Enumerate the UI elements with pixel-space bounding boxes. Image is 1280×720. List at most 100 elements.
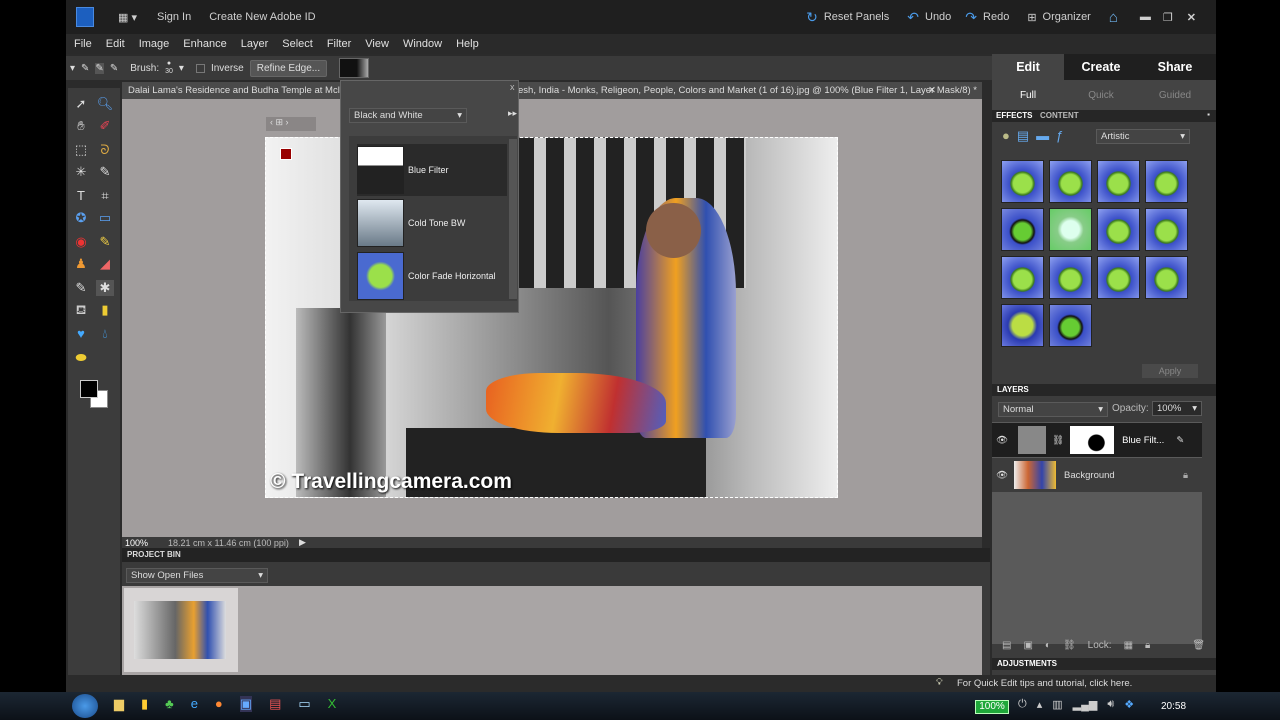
clock[interactable]: 20:58 xyxy=(1161,701,1186,712)
apply-button[interactable]: Apply xyxy=(1142,364,1198,378)
layer-background[interactable]: 👁︎ Background 🔒︎ xyxy=(992,458,1202,492)
network-device-icon[interactable]: ▥ xyxy=(1052,698,1062,711)
close-document-icon[interactable]: ✕ xyxy=(928,82,936,99)
effect-thumbnail[interactable] xyxy=(1001,304,1044,347)
tab-effects[interactable]: EFFECTS xyxy=(996,111,1032,120)
refine-edge-button[interactable]: Refine Edge... xyxy=(249,59,328,77)
zoom-level[interactable]: 100% xyxy=(125,538,148,548)
blend-mode-dropdown[interactable]: Normal ▾ xyxy=(998,402,1108,417)
sticky-notes-icon[interactable]: ▮ xyxy=(141,696,148,712)
tab-create[interactable]: Create xyxy=(1066,54,1136,80)
type-tool-icon[interactable]: T xyxy=(72,188,90,204)
menu-image[interactable]: Image xyxy=(139,38,170,50)
canvas-navigation-icons[interactable]: ‹ ⊞ › xyxy=(266,117,316,131)
subtract-selection-icon[interactable]: ✎ xyxy=(110,63,118,74)
opacity-field[interactable]: 100% ▾ xyxy=(1152,401,1202,416)
trash-icon[interactable]: 🗑︎ xyxy=(1192,640,1205,651)
menu-file[interactable]: File xyxy=(74,38,92,50)
effects-category-dropdown[interactable]: Artistic ▾ xyxy=(1096,129,1190,144)
effect-thumbnail[interactable] xyxy=(1145,256,1188,299)
effect-thumbnail[interactable] xyxy=(1049,208,1092,251)
battery-indicator[interactable]: 100% xyxy=(975,700,1009,714)
brush-dropdown-icon[interactable]: ▾ xyxy=(179,63,184,74)
brush-tool-icon[interactable]: ✎ xyxy=(72,280,90,296)
hand-tool-icon[interactable]: ✋︎ xyxy=(72,118,90,134)
subtab-quick[interactable]: Quick xyxy=(1064,90,1138,101)
notepad-icon[interactable]: ▭ xyxy=(298,696,310,712)
red-eye-tool-icon[interactable]: ◉ xyxy=(72,234,90,250)
blur-tool-icon[interactable]: 💧︎ xyxy=(96,326,114,342)
tip-bar[interactable]: 💡︎ For Quick Edit tips and tutorial, cli… xyxy=(66,675,1216,692)
menu-help[interactable]: Help xyxy=(456,38,479,50)
paint-bucket-tool-icon[interactable]: ⛾ xyxy=(72,302,90,318)
tool-preset-icon[interactable]: ▾ xyxy=(70,63,75,74)
restore-button[interactable]: ❐ xyxy=(1163,11,1173,24)
healing-brush-tool-icon[interactable]: ✎ xyxy=(96,234,114,250)
effect-item-cold-tone-bw[interactable]: Cold Tone BW xyxy=(357,197,507,249)
visibility-eye-icon[interactable]: 👁︎ xyxy=(992,435,1012,446)
effect-thumbnail[interactable] xyxy=(1145,208,1188,251)
quick-selection-tool-icon[interactable]: ✎ xyxy=(96,164,114,180)
sponge-tool-icon[interactable]: ⬬ xyxy=(72,350,90,366)
signal-icon[interactable]: ▂▄▆ xyxy=(1073,698,1098,711)
effect-thumbnail[interactable] xyxy=(1001,208,1044,251)
tab-share[interactable]: Share xyxy=(1138,54,1212,80)
effect-thumbnail[interactable] xyxy=(1097,208,1140,251)
custom-shape-tool-icon[interactable]: ♥ xyxy=(72,326,90,342)
effect-thumbnail[interactable] xyxy=(1097,160,1140,203)
effect-thumbnail[interactable] xyxy=(1049,256,1092,299)
effect-thumbnail[interactable] xyxy=(1097,256,1140,299)
zoom-tool-icon[interactable]: 🔍︎ xyxy=(96,96,114,112)
menu-window[interactable]: Window xyxy=(403,38,442,50)
internet-explorer-icon[interactable]: e xyxy=(191,696,198,712)
create-adobe-id-link[interactable]: Create New Adobe ID xyxy=(209,11,315,23)
excel-icon[interactable]: X xyxy=(328,696,337,712)
effect-thumbnail[interactable] xyxy=(1001,160,1044,203)
volume-icon[interactable]: 🔊︎ xyxy=(1107,698,1114,711)
marquee-tool-icon[interactable]: ⬚ xyxy=(72,142,90,158)
pdf-icon[interactable]: ▤ xyxy=(269,696,281,712)
cookie-cutter-tool-icon[interactable]: ✪ xyxy=(72,210,90,226)
foreground-color-swatch[interactable] xyxy=(80,380,98,398)
subtab-guided[interactable]: Guided xyxy=(1138,90,1212,101)
home-icon[interactable]: ⌂ xyxy=(1109,9,1118,26)
menu-enhance[interactable]: Enhance xyxy=(183,38,226,50)
gradient-tool-icon[interactable]: ▮ xyxy=(96,302,114,318)
tab-content[interactable]: CONTENT xyxy=(1040,111,1079,120)
workspace-icon[interactable]: ▦ ▾ xyxy=(118,11,137,24)
power-plug-icon[interactable]: ⏻ xyxy=(1018,698,1027,711)
menu-view[interactable]: View xyxy=(365,38,389,50)
new-selection-icon[interactable]: ✎ xyxy=(81,63,89,74)
show-hidden-icons[interactable]: ▴ xyxy=(1037,698,1043,711)
menu-filter[interactable]: Filter xyxy=(327,38,351,50)
organizer-button[interactable]: ⊞ Organizer xyxy=(1027,11,1091,24)
lasso-tool-icon[interactable]: ᘐ xyxy=(96,142,114,158)
effect-thumbnail[interactable] xyxy=(1049,304,1092,347)
minimize-button[interactable]: ▬ xyxy=(1140,11,1151,23)
adjustments-title[interactable]: ADJUSTMENTS xyxy=(997,659,1057,668)
effect-item-color-fade-horizontal[interactable]: Color Fade Horizontal xyxy=(357,250,507,302)
new-layer-icon[interactable]: ▤ xyxy=(1002,640,1011,651)
photoshop-elements-taskbar-icon[interactable]: ▣ xyxy=(239,696,253,712)
popup-menu-icon[interactable]: ▸▸ xyxy=(508,108,517,119)
winamp-icon[interactable]: ♣ xyxy=(165,696,174,712)
document-tab[interactable]: Dalai Lama's Residence and Budha Temple … xyxy=(122,82,982,99)
new-group-icon[interactable]: ▣ xyxy=(1023,640,1032,651)
redo-button[interactable]: ↷ Redo xyxy=(965,9,1009,26)
layer-styles-icon[interactable]: ▤ xyxy=(1017,128,1029,144)
explorer-icon[interactable]: ▆ xyxy=(114,696,124,712)
tip-text[interactable]: For Quick Edit tips and tutorial, click … xyxy=(957,678,1132,689)
project-bin-filter-dropdown[interactable]: Show Open Files ▾ xyxy=(126,568,268,583)
effect-thumbnail[interactable] xyxy=(1001,256,1044,299)
effects-list-scrollbar[interactable] xyxy=(509,139,517,299)
eyedropper-tool-icon[interactable]: ✐ xyxy=(96,118,114,134)
effect-category-dropdown[interactable]: Black and White ▾ xyxy=(349,108,467,123)
undo-button[interactable]: ↶ Undo xyxy=(907,9,951,26)
status-menu-icon[interactable]: ▶ xyxy=(299,537,306,548)
layer-blue-filter[interactable]: 👁︎ ⛓︎ Blue Filt... ✎ xyxy=(992,423,1202,457)
menu-edit[interactable]: Edit xyxy=(106,38,125,50)
all-effects-icon[interactable]: ƒ xyxy=(1056,128,1063,144)
effects-picker-button[interactable] xyxy=(339,58,370,78)
move-tool-icon[interactable]: ➚ xyxy=(72,96,90,112)
visibility-eye-icon[interactable]: 👁︎ xyxy=(992,470,1012,481)
